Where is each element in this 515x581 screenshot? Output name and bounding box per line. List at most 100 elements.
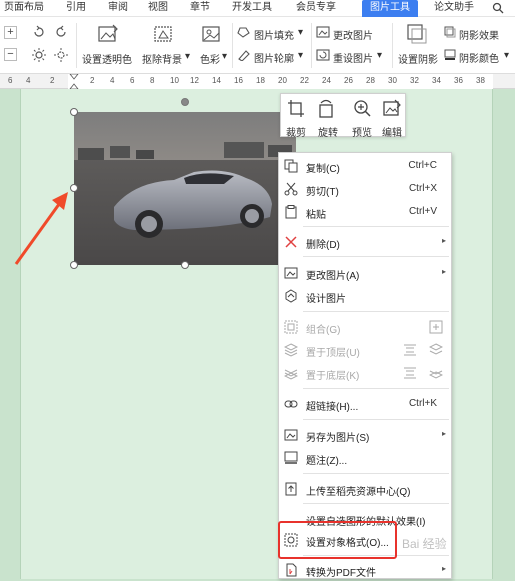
menu-item-design-picture[interactable]: 设计图片 [279, 285, 451, 307]
crop-icon [288, 100, 304, 117]
pic-fill-icon[interactable] [237, 26, 251, 38]
reset-pic-button[interactable]: 重设图片 [333, 50, 373, 65]
minus-icon[interactable]: − [4, 48, 17, 61]
set-transparent-icon[interactable] [97, 24, 119, 44]
tab-picture-tools[interactable]: 图片工具 [362, 0, 418, 17]
resize-handle-bottom[interactable] [181, 261, 189, 269]
rotate-icon [319, 99, 333, 118]
tab-view[interactable]: 视图 [148, 0, 168, 17]
rotate-left-icon[interactable] [32, 25, 46, 39]
color-icon[interactable] [201, 24, 223, 44]
menu-item-delete[interactable]: 删除(D) ▸ [279, 231, 451, 253]
ruler-tick-label: 2 [50, 76, 55, 85]
tab-developer[interactable]: 开发工具 [232, 0, 272, 17]
change-picture-icon [284, 267, 298, 279]
ruler-tick-label: 20 [278, 76, 287, 85]
menu-item-change-picture[interactable]: 更改图片(A) ▸ [279, 262, 451, 284]
picture-tools-ribbon: + − 设置透明色 抠除背景 ▾ 色彩 ▾ 图片填充 ▾ 图片轮廓 ▾ 更改图片… [0, 17, 515, 74]
car-photo [74, 112, 296, 265]
pic-outline-icon[interactable] [237, 49, 251, 61]
submenu-arrow-icon: ▸ [441, 564, 446, 573]
ruler-tick-label: 12 [190, 76, 199, 85]
horizontal-ruler[interactable]: 6 4 2 2 4 6 8 10 12 14 16 18 20 22 24 26 28 30 32 34 36 38 [0, 74, 515, 89]
layer-up-icon [429, 343, 443, 355]
change-pic-icon[interactable] [316, 26, 330, 38]
design-picture-icon [285, 289, 297, 303]
menu-item-send-to-bottom[interactable]: 置于底层(K) [279, 362, 451, 384]
tab-member[interactable]: 会员专享 [296, 0, 336, 17]
color-button[interactable]: 色彩 [200, 51, 220, 66]
tab-section[interactable]: 章节 [190, 0, 210, 17]
preview-button[interactable]: 预览 [347, 94, 377, 139]
align-top-icon [404, 344, 416, 356]
menu-item-caption[interactable]: 题注(Z)... [279, 447, 451, 469]
add-icon[interactable]: + [4, 26, 17, 39]
menu-item-copy[interactable]: 复制(C) Ctrl+C [279, 155, 451, 177]
ruler-tick-label: 36 [454, 76, 463, 85]
save-picture-icon [284, 429, 298, 441]
menu-item-save-as-picture[interactable]: 另存为图片(S) ▸ [279, 424, 451, 446]
menu-item-convert-to-pdf[interactable]: 转换为PDF文件 ▸ [279, 559, 451, 581]
send-to-back-icon [284, 369, 298, 380]
watermark: Bai 经验 [402, 537, 447, 551]
submenu-arrow-icon: ▸ [441, 267, 446, 276]
shadow-effect-button[interactable]: 阴影效果 [459, 27, 499, 42]
ruler-tick-label: 6 [130, 76, 135, 85]
pic-outline-button[interactable]: 图片轮廓 [254, 50, 294, 65]
set-shadow-button[interactable]: 设置阴影 [398, 51, 438, 66]
ruler-tick-label: 4 [110, 76, 115, 85]
ruler-tick-label: 4 [26, 76, 31, 85]
menu-item-upload[interactable]: 上传至稻壳资源中心(Q) [279, 478, 451, 500]
zoom-icon [354, 100, 371, 117]
menu-item-group[interactable]: 组合(G) [279, 316, 451, 338]
menu-item-bring-to-top[interactable]: 置于顶层(U) [279, 339, 451, 361]
selected-picture[interactable] [74, 112, 296, 265]
resize-handle-top-left[interactable] [70, 108, 78, 116]
ruler-tick-label: 16 [234, 76, 243, 85]
submenu-arrow-icon: ▸ [441, 429, 446, 438]
contrast-icon[interactable] [54, 48, 68, 62]
rotate-button[interactable]: 旋转 [311, 94, 345, 139]
copy-icon [284, 159, 298, 173]
rotate-right-icon[interactable] [54, 25, 68, 39]
reset-pic-icon[interactable] [316, 49, 330, 61]
search-icon[interactable] [492, 2, 504, 14]
remove-bg-button[interactable]: 抠除背景 [142, 51, 182, 66]
indent-marker-icon[interactable] [69, 74, 79, 89]
pic-fill-button[interactable]: 图片填充 [254, 27, 294, 42]
set-shadow-icon[interactable] [406, 23, 428, 45]
edit-picture-icon [383, 99, 401, 116]
ruler-tick-label: 26 [344, 76, 353, 85]
ruler-tick-label: 18 [256, 76, 265, 85]
delete-icon [285, 236, 297, 248]
crop-button[interactable]: 裁剪 [281, 94, 311, 139]
ribbon-tab-bar: 页面布局 引用 审阅 视图 章节 开发工具 会员专享 图片工具 论文助手 [0, 0, 515, 17]
menu-item-paste[interactable]: 粘贴 Ctrl+V [279, 201, 451, 223]
set-transparent-button[interactable]: 设置透明色 [82, 51, 132, 66]
ruler-tick-label: 32 [410, 76, 419, 85]
format-object-highlight [278, 521, 397, 559]
ruler-tick-label: 38 [476, 76, 485, 85]
align-bottom-icon [404, 367, 416, 379]
rotate-handle[interactable] [181, 98, 189, 106]
menu-item-cut[interactable]: 剪切(T) Ctrl+X [279, 178, 451, 200]
group-options-icon [429, 320, 443, 334]
tab-paper-assistant[interactable]: 论文助手 [434, 0, 474, 17]
shadow-effect-icon[interactable] [444, 26, 456, 38]
paste-icon [285, 205, 297, 219]
tab-review[interactable]: 审阅 [108, 0, 128, 17]
remove-bg-icon[interactable] [153, 24, 175, 44]
edit-button[interactable]: 编辑 [377, 94, 407, 139]
shadow-color-icon[interactable] [444, 49, 456, 61]
change-pic-button[interactable]: 更改图片 [333, 27, 373, 42]
menu-item-hyperlink[interactable]: 超链接(H)... Ctrl+K [279, 393, 451, 415]
tab-page-layout[interactable]: 页面布局 [4, 0, 44, 17]
ruler-tick-label: 6 [8, 76, 13, 85]
brightness-icon[interactable] [32, 48, 46, 62]
ruler-tick-label: 10 [170, 76, 179, 85]
ruler-tick-label: 30 [388, 76, 397, 85]
tab-references[interactable]: 引用 [66, 0, 86, 17]
shadow-color-button[interactable]: 阴影颜色 [459, 50, 499, 65]
ruler-tick-label: 8 [150, 76, 155, 85]
ruler-tick-label: 22 [300, 76, 309, 85]
